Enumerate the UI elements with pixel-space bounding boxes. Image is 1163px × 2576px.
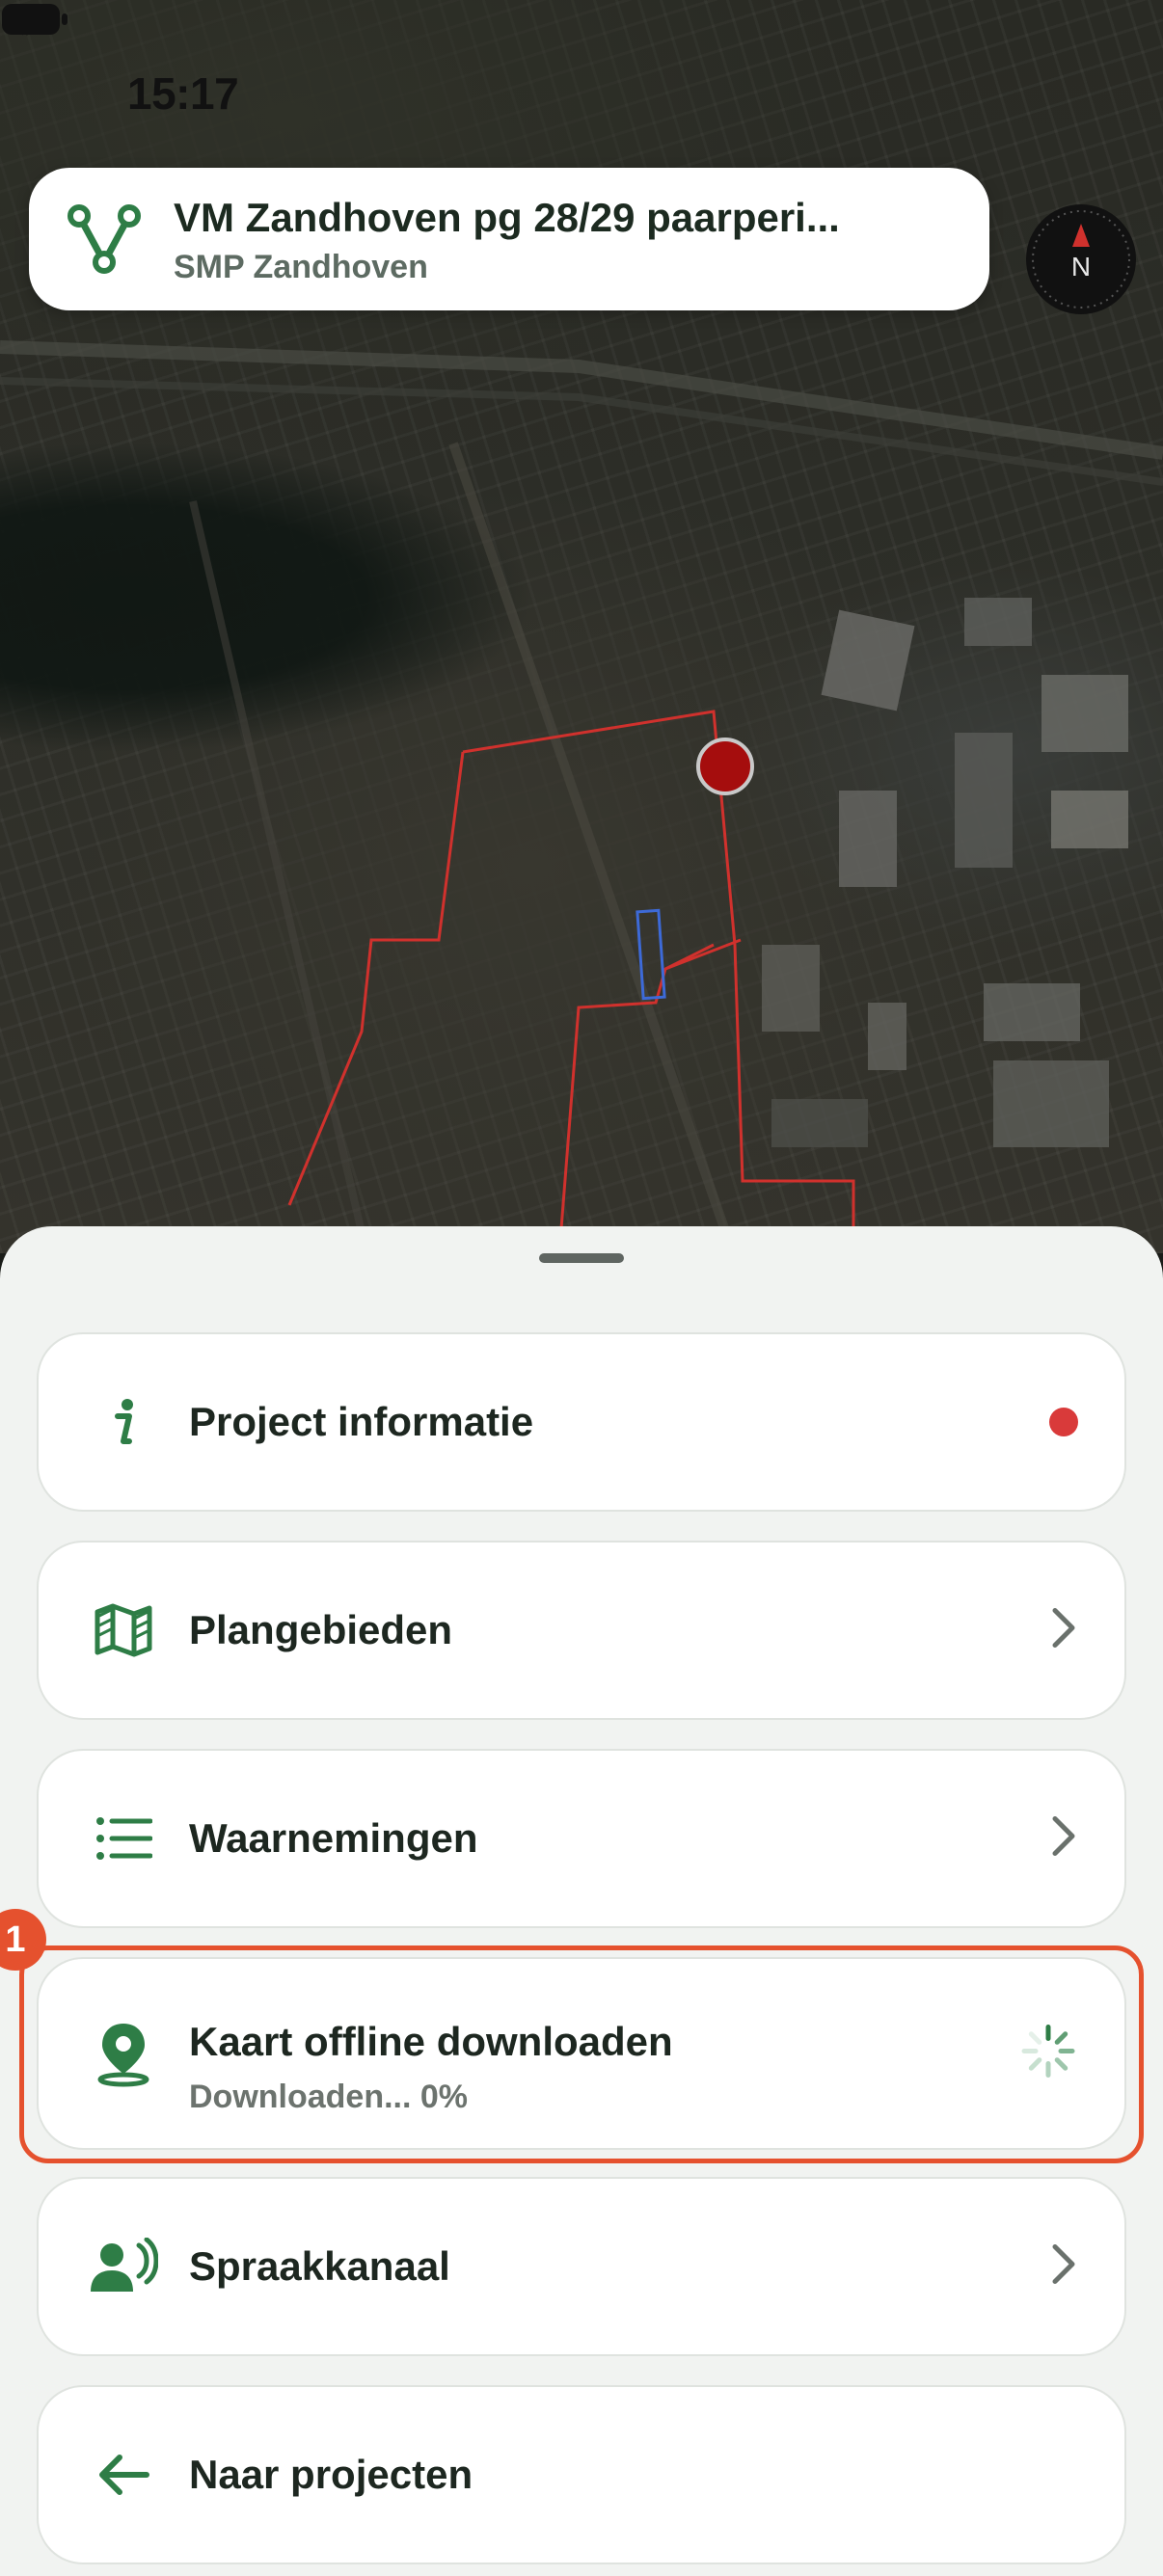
notification-dot	[1049, 1408, 1078, 1436]
project-title: VM Zandhoven pg 28/29 paarperi...	[174, 195, 840, 240]
chevron-right-icon	[1049, 1815, 1078, 1863]
compass-icon: N	[1032, 210, 1130, 309]
menu-item-project-informatie[interactable]: Project informatie	[37, 1332, 1126, 1512]
v-route-icon	[68, 204, 141, 274]
highlight-frame	[19, 1945, 1144, 2163]
list-icon	[85, 1800, 162, 1877]
menu-item-waarnemingen[interactable]: Waarnemingen	[37, 1749, 1126, 1928]
project-header-card[interactable]: VM Zandhoven pg 28/29 paarperi... SMP Za…	[29, 168, 989, 310]
compass-button[interactable]: N	[1026, 204, 1136, 314]
voice-icon	[85, 2228, 162, 2305]
map-icon	[85, 1592, 162, 1669]
battery-icon	[2, 4, 68, 35]
menu-item-label: Spraakkanaal	[189, 2243, 450, 2289]
menu-item-label: Plangebieden	[189, 1607, 453, 1652]
menu-item-spraakkanaal[interactable]: Spraakkanaal	[37, 2177, 1126, 2356]
menu-item-label: Waarnemingen	[189, 1815, 478, 1861]
info-icon	[85, 1383, 162, 1461]
menu-item-label: Naar projecten	[189, 2452, 473, 2497]
compass-label: N	[1071, 252, 1091, 282]
sheet-drag-handle[interactable]	[539, 1253, 624, 1263]
chevron-right-icon	[1049, 1607, 1078, 1654]
menu-item-plangebieden[interactable]: Plangebieden	[37, 1541, 1126, 1720]
menu-item-naar-projecten[interactable]: Naar projecten	[37, 2385, 1126, 2564]
project-subtitle: SMP Zandhoven	[174, 249, 428, 285]
arrow-left-icon	[85, 2436, 162, 2513]
status-time: 15:17	[127, 68, 239, 119]
menu-item-label: Project informatie	[189, 1399, 534, 1444]
chevron-right-icon	[1049, 2243, 1078, 2291]
